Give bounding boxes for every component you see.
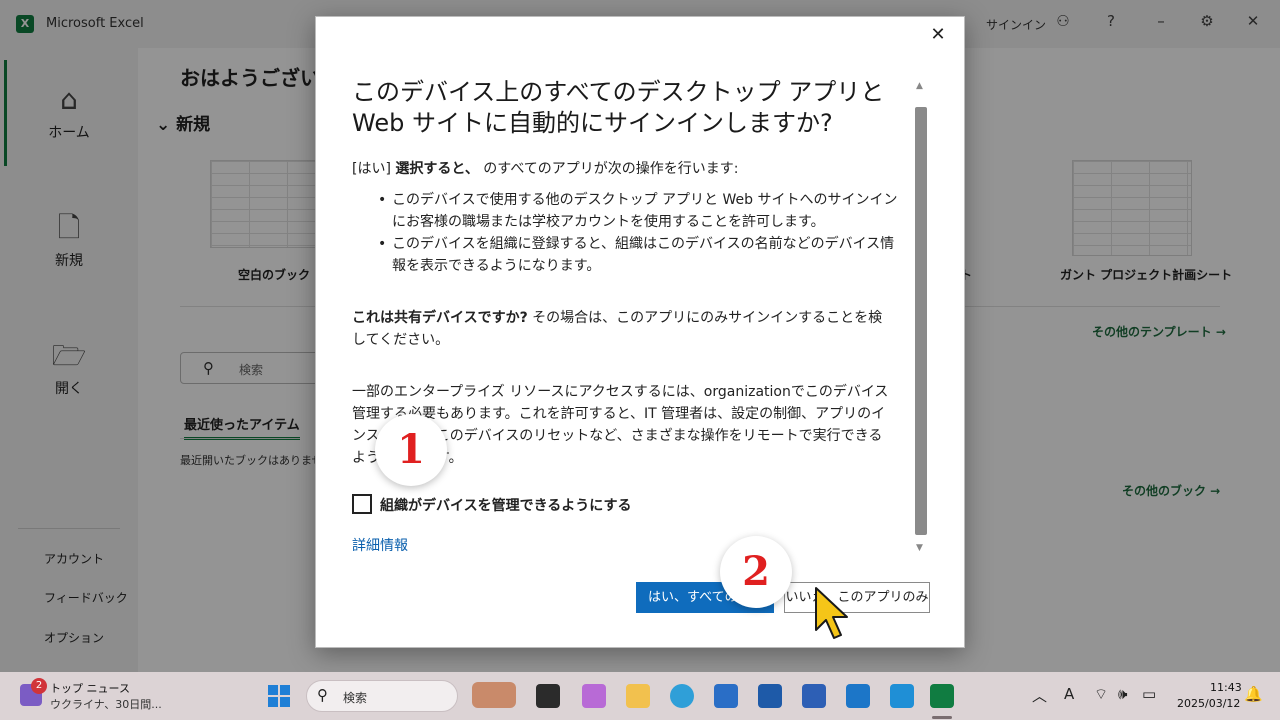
edge-icon[interactable] (670, 684, 694, 708)
battery-icon[interactable]: ▭ (1142, 685, 1156, 703)
dialog-title: このデバイス上のすべてのデスクトップ アプリと Web サイトに自動的にサインイ… (352, 77, 918, 139)
wifi-icon[interactable]: ⌔ (1094, 685, 1108, 704)
taskbar: 2 トップ ニュース ウクライナ、30日間... ⚲ 検索 ︿ A ⌔ 🕪 ▭ … (0, 672, 1280, 720)
manage-device-checkbox[interactable] (352, 494, 372, 514)
shared-bold: これは共有デバイスですか? (352, 310, 528, 326)
windows-start-icon[interactable] (268, 685, 290, 707)
volume-icon[interactable]: 🕪 (1118, 685, 1127, 703)
step-1-badge: 1 (375, 414, 447, 486)
consequence-list: • このデバイスで使用する他のデスクトップ アプリと Web サイトへのサインイ… (352, 189, 918, 277)
dialog-title-line1: このデバイス上のすべてのデスクトップ アプリと (352, 78, 885, 106)
shared-device-paragraph: これは共有デバイスですか? その場合は、このアプリにのみサインインすることを検 … (352, 307, 918, 351)
scroll-thumb[interactable] (915, 107, 927, 535)
clock-time[interactable]: 11:43 (1210, 681, 1242, 694)
taskbar-search[interactable]: ⚲ 検索 (306, 680, 458, 712)
news-badge: 2 (31, 678, 47, 694)
bullet2-line1: このデバイスを組織に登録すると、組織はこのデバイスの名前などのデバイス情 (392, 236, 895, 252)
list-item: • このデバイスで使用する他のデスクトップ アプリと Web サイトへのサインイ… (378, 192, 898, 230)
search-icon: ⚲ (317, 686, 328, 704)
shared-rest-line1: その場合は、このアプリにのみサインインすることを検 (532, 310, 883, 326)
close-icon[interactable]: ✕ (926, 23, 950, 47)
task-view-icon[interactable] (536, 684, 560, 708)
no-this-app-only-button[interactable]: いいえ、このアプリのみ (784, 582, 930, 613)
store-icon[interactable] (714, 684, 738, 708)
ime-indicator[interactable]: A (1064, 685, 1074, 703)
intro-rest: のすべてのアプリが次の操作を行います: (483, 161, 739, 177)
news-title[interactable]: トップ ニュース (50, 680, 130, 696)
chevron-up-icon[interactable]: ︿ (1032, 685, 1047, 706)
manage-device-label[interactable]: 組織がデバイスを管理できるようにする (380, 495, 631, 515)
excel-taskbar-icon[interactable] (930, 684, 954, 708)
list-item: • このデバイスを組織に登録すると、組織はこのデバイスの名前などのデバイス情 報… (378, 236, 895, 274)
scroll-down-icon[interactable]: ▼ (916, 543, 923, 553)
bullet2-line2: 報を表示できるようになります。 (392, 258, 601, 274)
signin-dialog: ✕ このデバイス上のすべてのデスクトップ アプリと Web サイトに自動的にサイ… (315, 16, 965, 648)
news-widget[interactable]: 2 (20, 678, 50, 710)
dialog-content: このデバイス上のすべてのデスクトップ アプリと Web サイトに自動的にサインイ… (352, 77, 918, 547)
intro-prefix: [はい] (352, 161, 391, 177)
dialog-title-line2: Web サイトに自動的にサインインしますか? (352, 109, 833, 137)
mouse-pointer-icon (815, 587, 848, 639)
step-2-badge: 2 (720, 536, 792, 608)
file-explorer-icon[interactable] (626, 684, 650, 708)
intro-bold: 選択すると、 (395, 161, 479, 177)
outlook-icon[interactable] (846, 684, 870, 708)
shared-rest-line2: してください。 (352, 332, 450, 348)
more-info-link[interactable]: 詳細情報 (352, 535, 408, 555)
dialog-scrollbar[interactable]: ▲ ▼ (912, 79, 930, 559)
enterprise-line2: 管理する必要もあります。これを許可すると、IT 管理者は、設定の制御、アプリのイ (352, 406, 886, 422)
clock-date[interactable]: 2025/03/12 (1177, 697, 1240, 710)
copilot-icon[interactable] (582, 684, 606, 708)
search-highlight-icon[interactable] (472, 682, 516, 708)
notification-icon[interactable]: 🔔 (1244, 685, 1263, 703)
dialog-intro: [はい] 選択すると、 のすべてのアプリが次の操作を行います: (352, 159, 918, 179)
scroll-up-icon[interactable]: ▲ (916, 81, 923, 91)
app-icon-board[interactable] (802, 684, 826, 708)
news-subtitle[interactable]: ウクライナ、30日間... (50, 696, 162, 712)
bullet1-line1: このデバイスで使用する他のデスクトップ アプリと Web サイトへのサインイン (392, 192, 898, 208)
app-icon-blue[interactable] (758, 684, 782, 708)
active-app-indicator (932, 716, 952, 719)
taskbar-search-label: 検索 (343, 691, 368, 705)
defender-icon[interactable] (890, 684, 914, 708)
bullet1-line2: にお客様の職場または学校アカウントを使用することを許可します。 (392, 214, 825, 230)
enterprise-line1: 一部のエンタープライズ リソースにアクセスするには、organizationでこ… (352, 384, 889, 400)
